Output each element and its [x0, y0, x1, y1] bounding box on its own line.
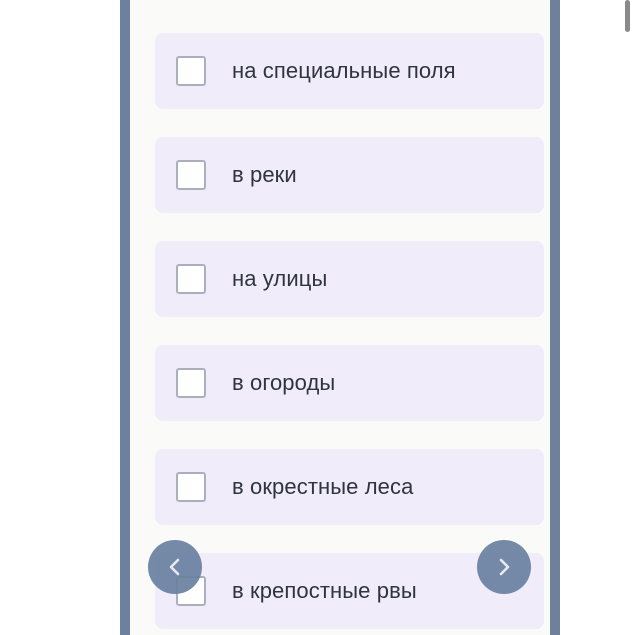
- chevron-right-icon: [499, 558, 510, 576]
- scrollbar-thumb[interactable]: [625, 0, 630, 32]
- chevron-left-icon: [169, 558, 180, 576]
- option-item[interactable]: на специальные поля: [155, 33, 544, 109]
- option-checkbox[interactable]: [176, 368, 206, 398]
- quiz-frame: на специальные поля в реки на улицы в ог…: [120, 0, 560, 635]
- option-checkbox[interactable]: [176, 56, 206, 86]
- previous-button[interactable]: [148, 540, 202, 594]
- option-label: в реки: [232, 162, 297, 187]
- next-button[interactable]: [477, 540, 531, 594]
- option-checkbox[interactable]: [176, 472, 206, 502]
- option-checkbox[interactable]: [176, 264, 206, 294]
- option-label: на специальные поля: [232, 58, 456, 83]
- option-label: в окрестные леса: [232, 474, 414, 499]
- screen: на специальные поля в реки на улицы в ог…: [0, 0, 635, 635]
- option-label: на улицы: [232, 266, 328, 291]
- option-item[interactable]: в огороды: [155, 345, 544, 421]
- option-item[interactable]: в окрестные леса: [155, 449, 544, 525]
- option-checkbox[interactable]: [176, 160, 206, 190]
- quiz-options-panel: на специальные поля в реки на улицы в ог…: [130, 0, 550, 635]
- option-label: в огороды: [232, 370, 336, 395]
- option-item[interactable]: на улицы: [155, 241, 544, 317]
- option-item[interactable]: в реки: [155, 137, 544, 213]
- option-label: в крепостные рвы: [232, 578, 417, 603]
